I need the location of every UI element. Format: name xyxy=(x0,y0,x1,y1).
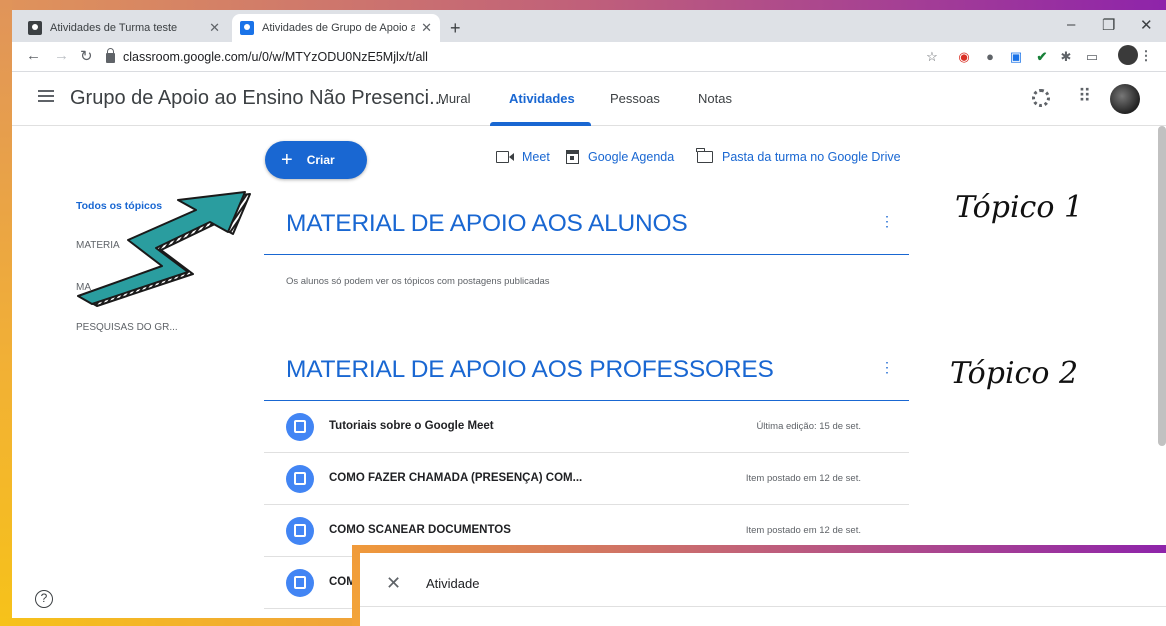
close-tab-icon[interactable]: ✕ xyxy=(209,20,220,36)
browser-tab-strip: Atividades de Turma teste ✕ Atividades d… xyxy=(12,10,1166,42)
material-book-icon xyxy=(286,517,314,545)
classroom-header: Grupo de Apoio ao Ensino Não Presenci...… xyxy=(12,72,1166,126)
tab-mural[interactable]: Mural xyxy=(438,91,471,106)
material-row[interactable]: COMO FAZER CHAMADA (PRESENÇA) COM... Ite… xyxy=(264,453,909,505)
folder-icon xyxy=(696,148,713,163)
extension-check-icon[interactable]: ✔ xyxy=(1034,49,1050,65)
material-date: Item postado em 12 de set. xyxy=(745,473,861,484)
material-row[interactable]: Tutoriais sobre o Google Meet Última edi… xyxy=(264,401,909,453)
calendar-icon xyxy=(566,150,579,164)
topic-divider xyxy=(264,254,909,255)
material-title: Tutoriais sobre o Google Meet xyxy=(329,420,494,432)
google-apps-icon[interactable]: ⠿ xyxy=(1078,86,1091,107)
create-button[interactable]: + Criar xyxy=(265,141,367,179)
decorative-frame-top xyxy=(0,0,1166,10)
hamburger-menu-icon[interactable] xyxy=(38,90,54,102)
classroom-favicon-icon xyxy=(240,21,254,35)
create-button-label: Criar xyxy=(306,153,335,167)
topic-options-icon[interactable]: ⋮ xyxy=(880,214,894,228)
help-icon[interactable]: ? xyxy=(35,590,53,608)
extension-shield-icon[interactable]: ● xyxy=(982,49,998,65)
material-title: COMO FAZER CHAMADA (PRESENÇA) COM... xyxy=(329,472,583,484)
zigzag-arrow-icon xyxy=(77,191,251,307)
video-camera-icon xyxy=(496,151,514,163)
drive-folder-link-label: Pasta da turma no Google Drive xyxy=(722,150,901,164)
browser-profile-avatar[interactable] xyxy=(1118,45,1138,65)
forward-arrow-icon[interactable]: → xyxy=(54,47,69,64)
classroom-favicon-icon xyxy=(28,21,42,35)
tab-pessoas[interactable]: Pessoas xyxy=(610,91,660,106)
new-tab-button[interactable]: + xyxy=(450,18,461,39)
back-arrow-icon[interactable]: ← xyxy=(26,47,41,64)
topic-title-alunos[interactable]: MATERIAL DE APOIO AOS ALUNOS xyxy=(286,210,688,238)
browser-toolbar: ← → ↻ classroom.google.com/u/0/w/MTYzODU… xyxy=(12,42,1166,72)
decorative-frame-left xyxy=(0,0,12,626)
topic-title-professores[interactable]: MATERIAL DE APOIO AOS PROFESSORES xyxy=(286,356,774,384)
address-bar[interactable]: classroom.google.com/u/0/w/MTYzODU0NzE5M… xyxy=(106,46,936,68)
close-window-icon[interactable]: ✕ xyxy=(1140,16,1153,34)
activity-panel-title: Atividade xyxy=(426,576,480,591)
tab-notas[interactable]: Notas xyxy=(698,91,732,106)
avatar[interactable] xyxy=(1110,84,1140,114)
cast-icon[interactable]: ▭ xyxy=(1084,49,1100,65)
reload-icon[interactable]: ↻ xyxy=(80,47,93,65)
extensions-puzzle-icon[interactable]: ✱ xyxy=(1058,49,1074,65)
plus-icon: + xyxy=(281,149,293,171)
browser-menu-icon[interactable]: ⋮ xyxy=(1138,48,1154,64)
material-book-icon xyxy=(286,465,314,493)
gear-icon[interactable] xyxy=(1032,89,1050,107)
bookmark-star-icon[interactable]: ☆ xyxy=(924,49,940,65)
browser-tab-label: Atividades de Grupo de Apoio ao xyxy=(262,22,416,34)
browser-tab-grupo-apoio[interactable]: Atividades de Grupo de Apoio ao ✕ xyxy=(232,14,440,42)
browser-tab-label: Atividades de Turma teste xyxy=(50,22,178,34)
class-title[interactable]: Grupo de Apoio ao Ensino Não Presenci... xyxy=(70,87,446,110)
maximize-icon[interactable]: ❐ xyxy=(1102,16,1115,34)
calendar-link-label: Google Agenda xyxy=(588,150,675,164)
overlay-frame-top xyxy=(352,545,1166,553)
drive-folder-link[interactable]: Pasta da turma no Google Drive xyxy=(696,148,901,164)
material-title: COMO SCANEAR DOCUMENTOS xyxy=(329,524,511,536)
annotation-topico-1: Tópico 1 xyxy=(955,190,1084,225)
material-date: Última edição: 15 de set. xyxy=(756,421,861,432)
meet-link-label: Meet xyxy=(522,150,550,164)
overlay-frame-left xyxy=(352,545,360,626)
sidebar-item-pesquisas[interactable]: PESQUISAS DO GR... xyxy=(76,322,178,333)
material-book-icon xyxy=(286,569,314,597)
page-scrollbar[interactable] xyxy=(1158,126,1166,446)
close-tab-icon[interactable]: ✕ xyxy=(421,20,432,36)
tab-atividades[interactable]: Atividades xyxy=(509,91,575,106)
material-date: Item postado em 12 de set. xyxy=(745,525,861,536)
lock-icon xyxy=(106,48,115,63)
decorative-frame-bottom xyxy=(0,618,360,626)
calendar-link[interactable]: Google Agenda xyxy=(566,150,674,164)
activity-panel-divider xyxy=(360,606,1166,607)
extension-profile-icon[interactable]: ▣ xyxy=(1008,49,1024,65)
meet-link[interactable]: Meet xyxy=(496,150,550,164)
url-text: classroom.google.com/u/0/w/MTYzODU0NzE5M… xyxy=(123,50,428,64)
topic-empty-notice: Os alunos só podem ver os tópicos com po… xyxy=(286,276,550,287)
topic-options-icon[interactable]: ⋮ xyxy=(880,360,894,374)
material-book-icon xyxy=(286,413,314,441)
annotation-topico-2: Tópico 2 xyxy=(950,356,1079,391)
browser-tab-turma-teste[interactable]: Atividades de Turma teste ✕ xyxy=(20,14,228,42)
active-tab-indicator xyxy=(490,122,591,126)
activity-panel: ✕ Atividade xyxy=(360,553,1166,626)
extension-target-icon[interactable]: ◉ xyxy=(956,49,972,65)
close-icon[interactable]: ✕ xyxy=(386,573,401,594)
minimize-icon[interactable]: – xyxy=(1067,16,1075,33)
